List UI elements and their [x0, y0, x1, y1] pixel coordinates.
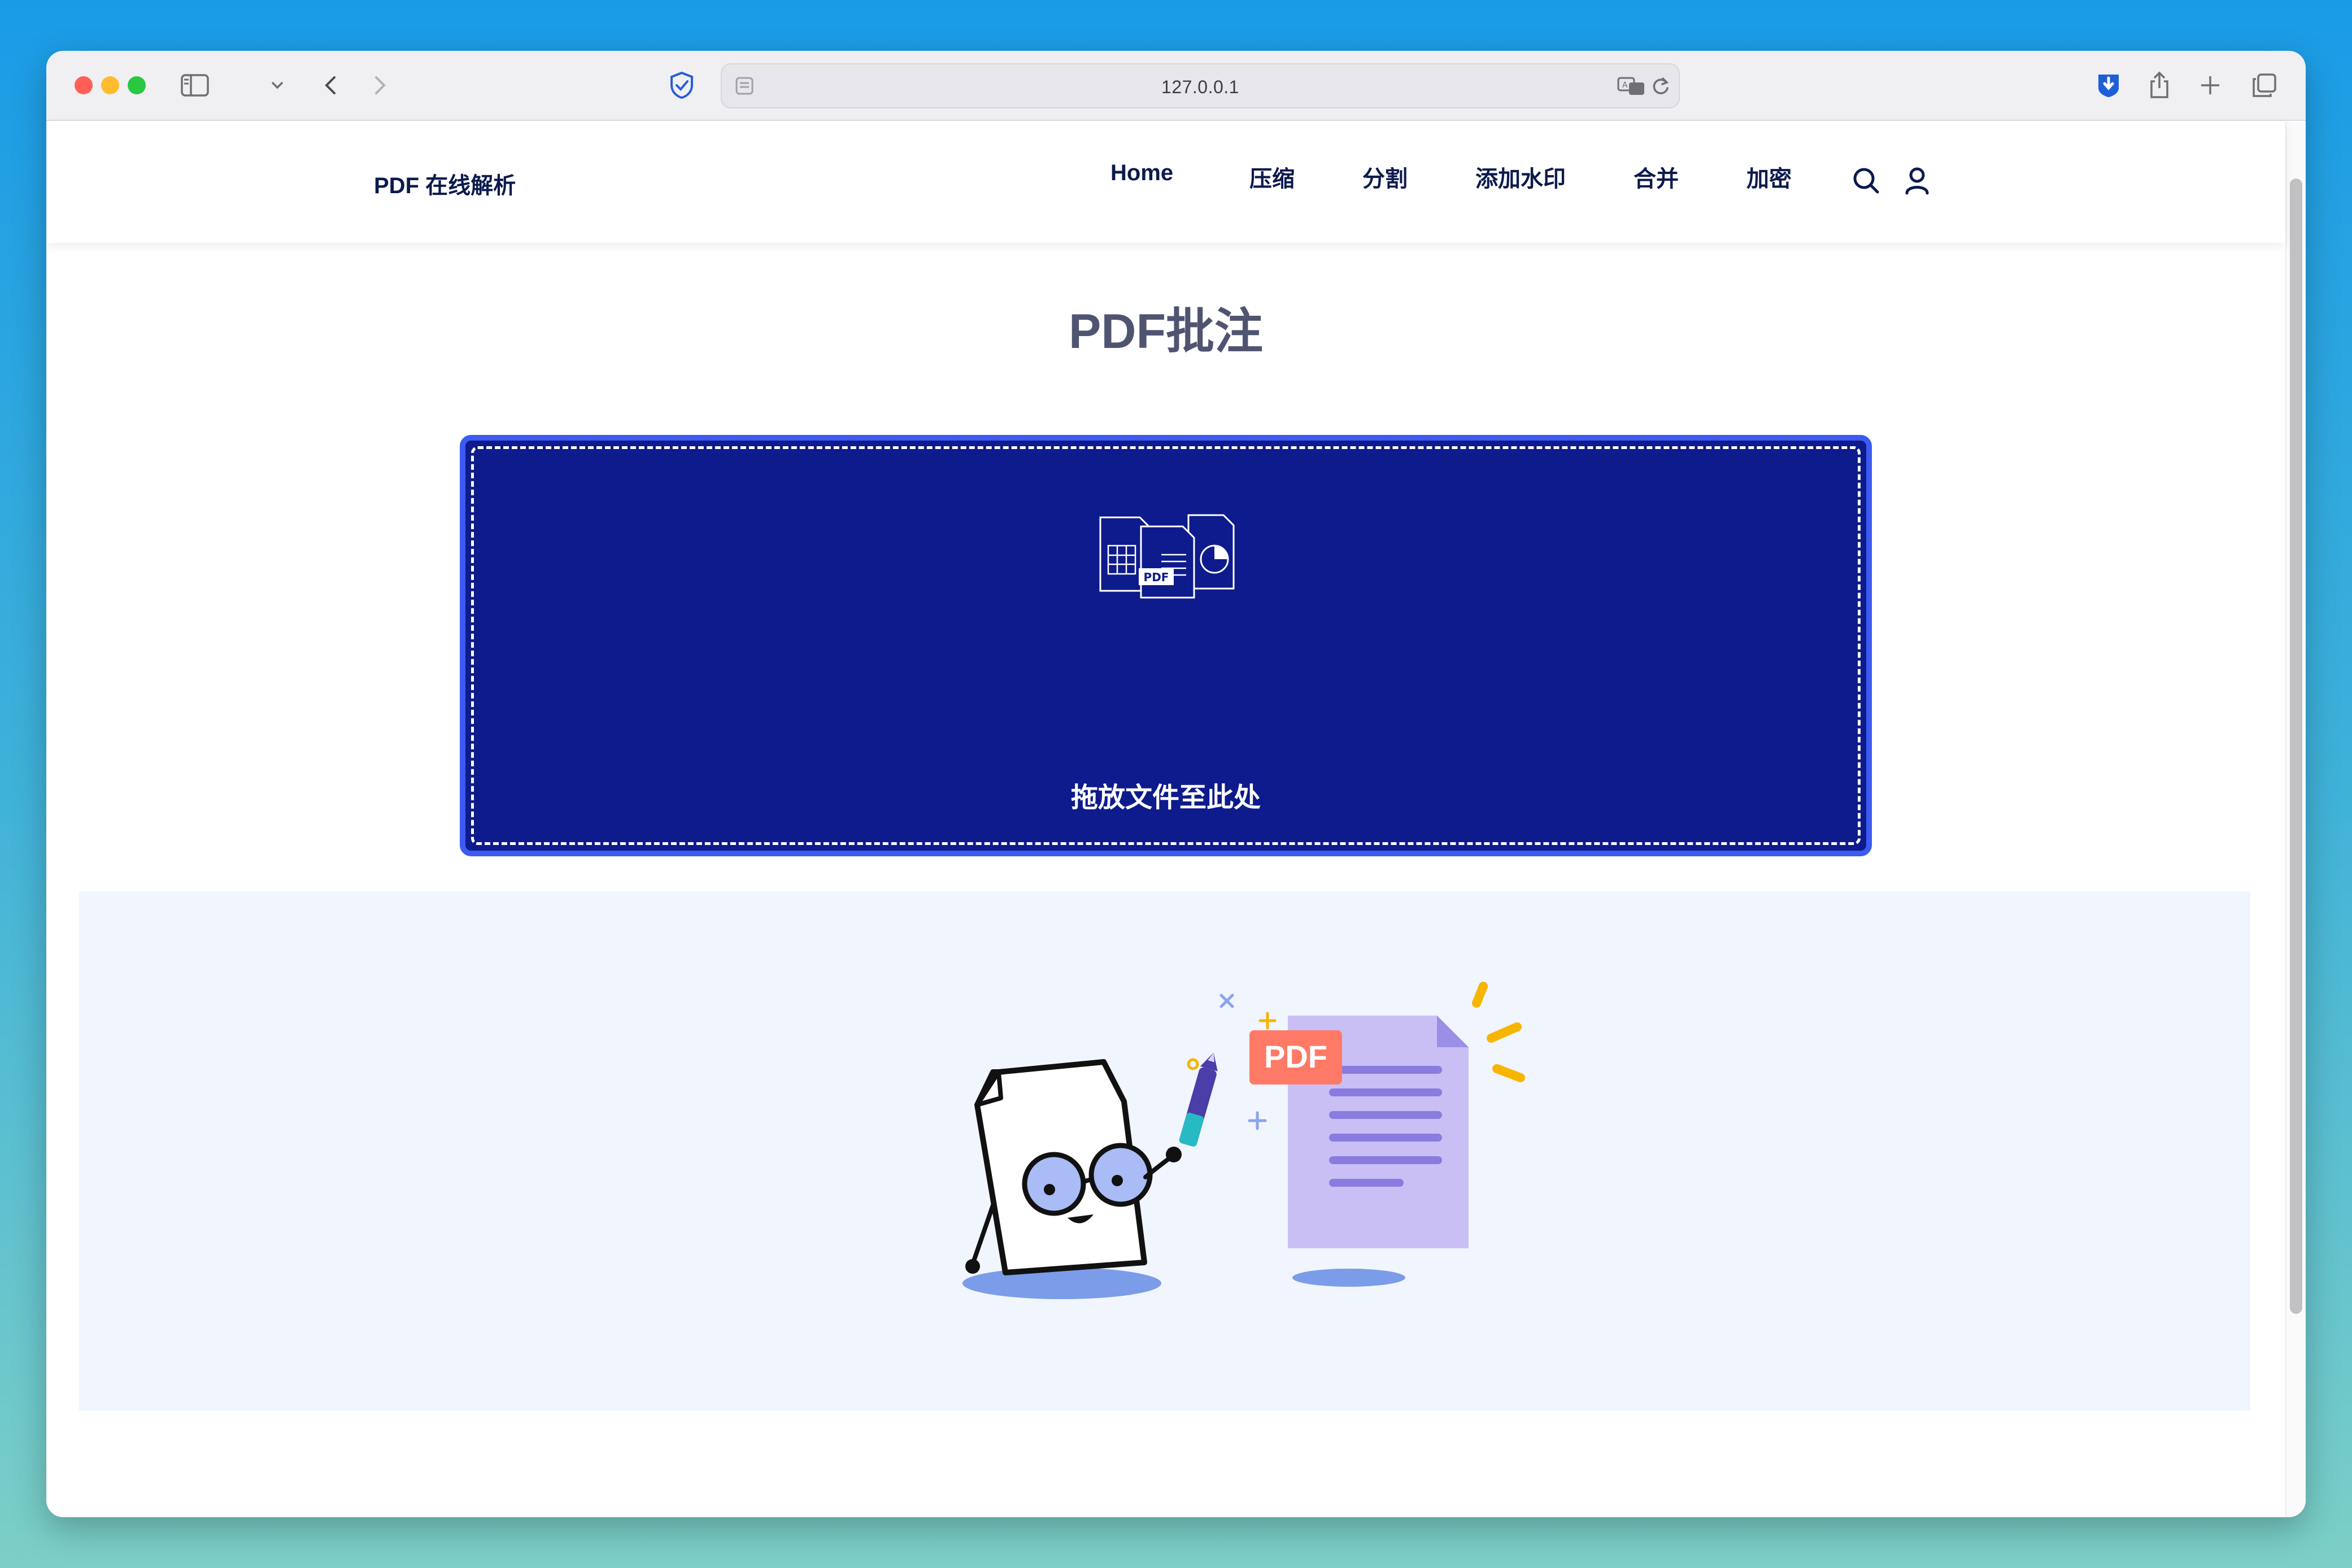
- forward-button[interactable]: [365, 70, 395, 101]
- nav-merge[interactable]: 合并: [1634, 160, 1679, 193]
- close-window-button[interactable]: [75, 76, 93, 94]
- web-page: PDF 在线解析 Home 压缩 分割 添加水印 合并 加密 PDF批注 PDF…: [46, 122, 2306, 1517]
- sidebar-toggle-icon[interactable]: [180, 70, 210, 101]
- svg-text:A: A: [1622, 81, 1628, 90]
- share-icon[interactable]: [2144, 70, 2175, 101]
- nav-home[interactable]: Home: [1110, 160, 1173, 186]
- pdf-annotation-illustration: PDF: [960, 965, 1536, 1304]
- drop-instructions: 拖放文件至此处: [1070, 783, 1261, 813]
- site-logo[interactable]: PDF 在线解析: [374, 167, 516, 200]
- browser-window: 127.0.0.1 A PDF 在线解析 Home 压缩 分割 添加水印 合并 …: [46, 51, 2306, 1517]
- user-account-icon[interactable]: [1900, 164, 1934, 198]
- reload-icon[interactable]: [1650, 76, 1671, 99]
- tab-group-chevron-icon[interactable]: [268, 70, 287, 101]
- new-tab-icon[interactable]: [2195, 70, 2225, 101]
- extension-shield-icon[interactable]: [2093, 70, 2124, 101]
- nav-split[interactable]: 分割: [1362, 160, 1408, 193]
- illustration-panel: PDF: [79, 891, 2250, 1411]
- tab-overview-icon[interactable]: [2249, 70, 2280, 101]
- scrollbar-thumb[interactable]: [2290, 178, 2302, 1314]
- site-header: PDF 在线解析 Home 压缩 分割 添加水印 合并 加密: [46, 122, 2285, 243]
- minimize-window-button[interactable]: [101, 76, 119, 94]
- page-title: PDF批注: [1069, 304, 1263, 359]
- nav-encrypt[interactable]: 加密: [1746, 160, 1792, 193]
- translate-icon[interactable]: A: [1617, 75, 1646, 100]
- illustration-pdf-badge: PDF: [1264, 1039, 1327, 1074]
- nav-compress[interactable]: 压缩: [1249, 160, 1295, 193]
- search-icon[interactable]: [1849, 164, 1883, 198]
- zoom-window-button[interactable]: [128, 76, 146, 94]
- privacy-shield-icon[interactable]: [667, 70, 697, 101]
- browser-toolbar: 127.0.0.1 A: [46, 51, 2306, 121]
- pdf-badge-text: PDF: [1143, 570, 1169, 584]
- file-dropzone[interactable]: PDF 拖放文件至此处: [460, 435, 1872, 856]
- address-bar[interactable]: 127.0.0.1 A: [721, 63, 1680, 108]
- nav-watermark[interactable]: 添加水印: [1475, 160, 1566, 193]
- back-button[interactable]: [315, 70, 346, 101]
- url-text: 127.0.0.1: [1161, 77, 1239, 97]
- file-types-icon: PDF: [1098, 512, 1239, 605]
